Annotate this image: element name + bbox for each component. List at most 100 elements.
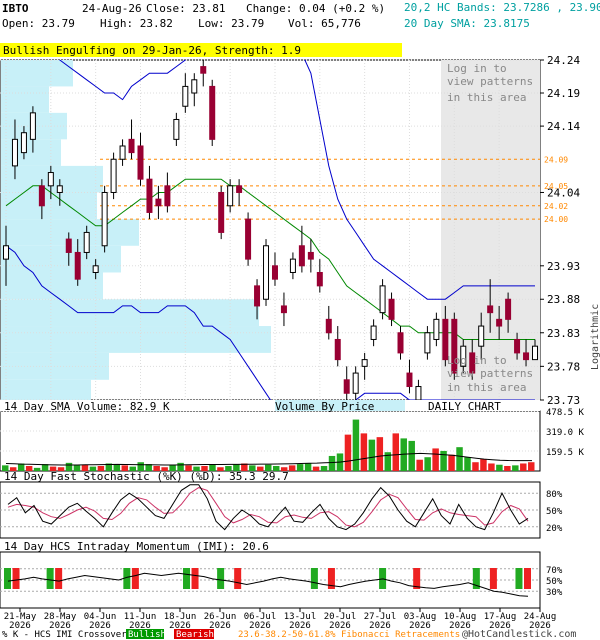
bear-candle [523, 352, 530, 361]
vbp-bar [1, 60, 73, 87]
bearish-crossover-bar [55, 568, 63, 589]
bull-candle [20, 132, 27, 154]
volume-bar [504, 465, 511, 471]
bear-candle [496, 318, 503, 327]
imi-panel: 70%50%30% [0, 551, 563, 609]
imi-tick-label: 50% [546, 577, 563, 587]
price-tick-label: 23.78 [547, 360, 580, 373]
imi-title: 14 Day HCS Intraday Momentum (IMI): 20.6 [4, 540, 269, 553]
bear-candle [505, 298, 512, 320]
volume-bar [496, 464, 503, 471]
volume-bar [352, 419, 360, 471]
volume-y-axis: 478.5 K 319.0 K 159.5 K [546, 408, 585, 458]
stochastic-panel: 80% 50% 20% [0, 481, 563, 539]
volume-bar [480, 459, 487, 471]
price-tick-label: 23.88 [547, 293, 580, 306]
login-text-3[interactable]: in this area [447, 91, 526, 104]
bull-candle [182, 85, 189, 107]
bear-candle [325, 318, 332, 334]
volume-bar [416, 459, 423, 471]
volume-bar [376, 437, 384, 471]
volume-bar [472, 462, 479, 471]
bearish-crossover-bar [489, 568, 497, 589]
login-text-5[interactable]: view patterns [447, 367, 533, 380]
open-label: Open: 23.79 [2, 17, 75, 30]
vbp-bar [1, 379, 91, 400]
vbp-bar [1, 192, 97, 220]
bear-candle [236, 185, 243, 193]
fibonacci-note: 23.6-38.2-50-61.8% Fibonacci Retracement… [238, 630, 460, 640]
bull-candle [101, 191, 108, 247]
log-scale-label: Logarithmic [590, 304, 600, 370]
volume-bar [320, 465, 328, 471]
bear-candle [316, 271, 323, 287]
bull-candle [3, 245, 9, 260]
bull-candle [352, 372, 359, 394]
volume-bar [488, 463, 495, 471]
vbp-label: Volume By Price [275, 400, 374, 413]
bull-candle [289, 258, 296, 273]
bull-candle [47, 172, 54, 187]
bull-candle [361, 359, 368, 367]
volume-tick-label: 159.5 K [546, 448, 585, 458]
imi-y-axis: 70%50%30% [546, 566, 563, 598]
imi-tick-label: 30% [546, 588, 563, 598]
bull-candle [415, 386, 422, 401]
stochastic-y-axis: 80% 50% 20% [546, 490, 563, 534]
volume-bar [424, 457, 431, 471]
sma-label: 20 Day SMA: 23.8175 [404, 17, 530, 30]
bear-candle [218, 191, 225, 233]
bear-candle [200, 66, 207, 74]
date-label: 24-Aug-26 [82, 2, 142, 15]
bear-candle [280, 305, 287, 314]
bear-candle [155, 198, 162, 207]
stochastic-tick-label: 50% [546, 507, 563, 517]
bull-candle [119, 145, 126, 160]
bear-candle [298, 245, 305, 267]
vol-label: Vol: 65,776 [288, 17, 361, 30]
close-label: Close: 23.81 [146, 2, 225, 15]
bear-candle [209, 85, 216, 140]
volume-bar [528, 462, 535, 471]
bear-candle [514, 338, 521, 354]
bullish-crossover-bar [217, 568, 225, 589]
bull-candle [424, 332, 431, 354]
bear-candle [254, 285, 261, 307]
stochastic-tick-label: 80% [546, 490, 563, 500]
bear-candle [137, 145, 144, 180]
login-text-6[interactable]: in this area [447, 381, 526, 394]
symbol: IBTO [2, 2, 29, 15]
imi-tick-label: 70% [546, 566, 563, 576]
copyright[interactable]: @HotCandlestick.com [462, 629, 576, 640]
bearish-crossover-bar [191, 568, 199, 589]
price-tick-label: 24.19 [547, 87, 580, 100]
login-text-2[interactable]: view patterns [447, 75, 533, 88]
bear-candle [406, 372, 413, 388]
bull-candle [433, 318, 440, 340]
volume-bar [296, 464, 304, 471]
price-tick-label: 23.73 [547, 394, 580, 407]
volume-bar [392, 433, 400, 471]
volume-bar [512, 465, 519, 471]
login-text-1[interactable]: Log in to [447, 62, 507, 75]
bands-label: 20,2 HC Bands: 23.7286 , 23.9067 [404, 1, 600, 14]
volume-bar [288, 465, 296, 471]
price-tick-label: 23.93 [547, 260, 580, 273]
daily-chart-label: DAILY CHART [428, 400, 501, 413]
bear-candle [164, 185, 171, 207]
price-tick-label: 24.04 [547, 186, 580, 199]
low-label: Low: 23.79 [198, 17, 264, 30]
volume-tick-label: 319.0 K [546, 428, 585, 438]
bear-candle [65, 238, 72, 253]
bearish-crossover-bar [524, 568, 531, 589]
bearish-label: Bearish [176, 630, 214, 640]
bear-candle [307, 251, 314, 260]
bull-candle [191, 79, 198, 94]
login-text-4[interactable]: Log in to [447, 354, 507, 367]
change-label: Change: 0.04 (+0.2 %) [246, 2, 385, 15]
volume-bar [328, 455, 336, 471]
price-tick-label: 23.83 [547, 327, 580, 340]
bull-candle [56, 185, 63, 193]
bull-candle [92, 265, 99, 273]
volume-bar [432, 448, 439, 471]
